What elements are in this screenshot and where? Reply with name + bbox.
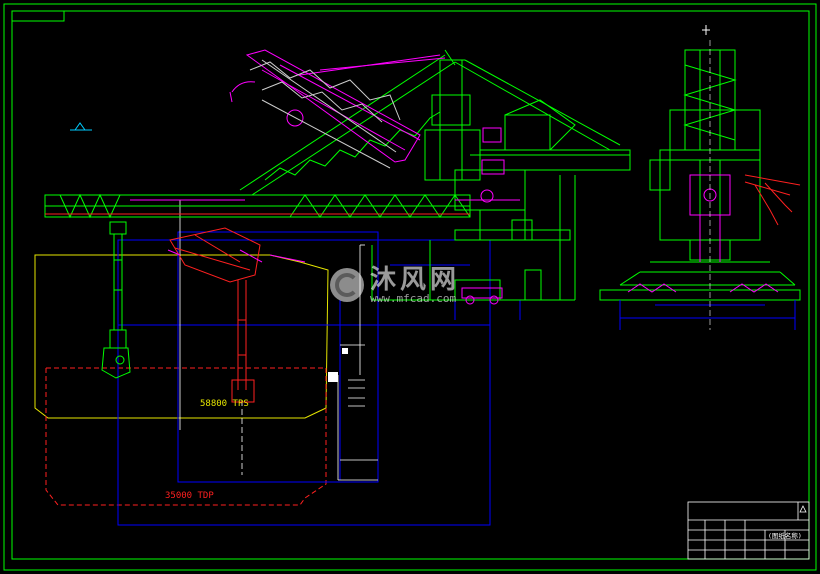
corner-tag	[11, 10, 65, 22]
front-detail	[627, 174, 779, 293]
level-marker	[328, 344, 365, 407]
title-block-drawing-name: (图纸名称)	[768, 531, 802, 540]
watermark-text: 沐风网	[370, 264, 461, 295]
front-discharge-arm	[744, 174, 801, 226]
elevation-mark	[70, 122, 92, 131]
marker-block	[328, 372, 338, 382]
watermark: 沐风网 www.mfcad.com	[330, 263, 460, 307]
loading-spout-left	[101, 221, 131, 379]
inclined-boom	[239, 54, 621, 196]
ship-hull-lower	[45, 367, 327, 506]
north-mark	[702, 25, 710, 35]
watermark-logo-icon	[330, 268, 364, 302]
rail-bogie	[461, 287, 503, 305]
ship-hull-upper	[34, 254, 329, 419]
capacity-label-upper: 58800 TPS	[200, 399, 249, 409]
front-elevation	[599, 40, 801, 330]
slewing-tower	[424, 49, 631, 241]
watermark-url: www.mfcad.com	[370, 291, 457, 305]
title-block	[687, 501, 810, 560]
capacity-label-lower: 35000 TDP	[165, 491, 214, 501]
tower-detail	[455, 127, 520, 203]
front-dimension	[619, 300, 796, 330]
